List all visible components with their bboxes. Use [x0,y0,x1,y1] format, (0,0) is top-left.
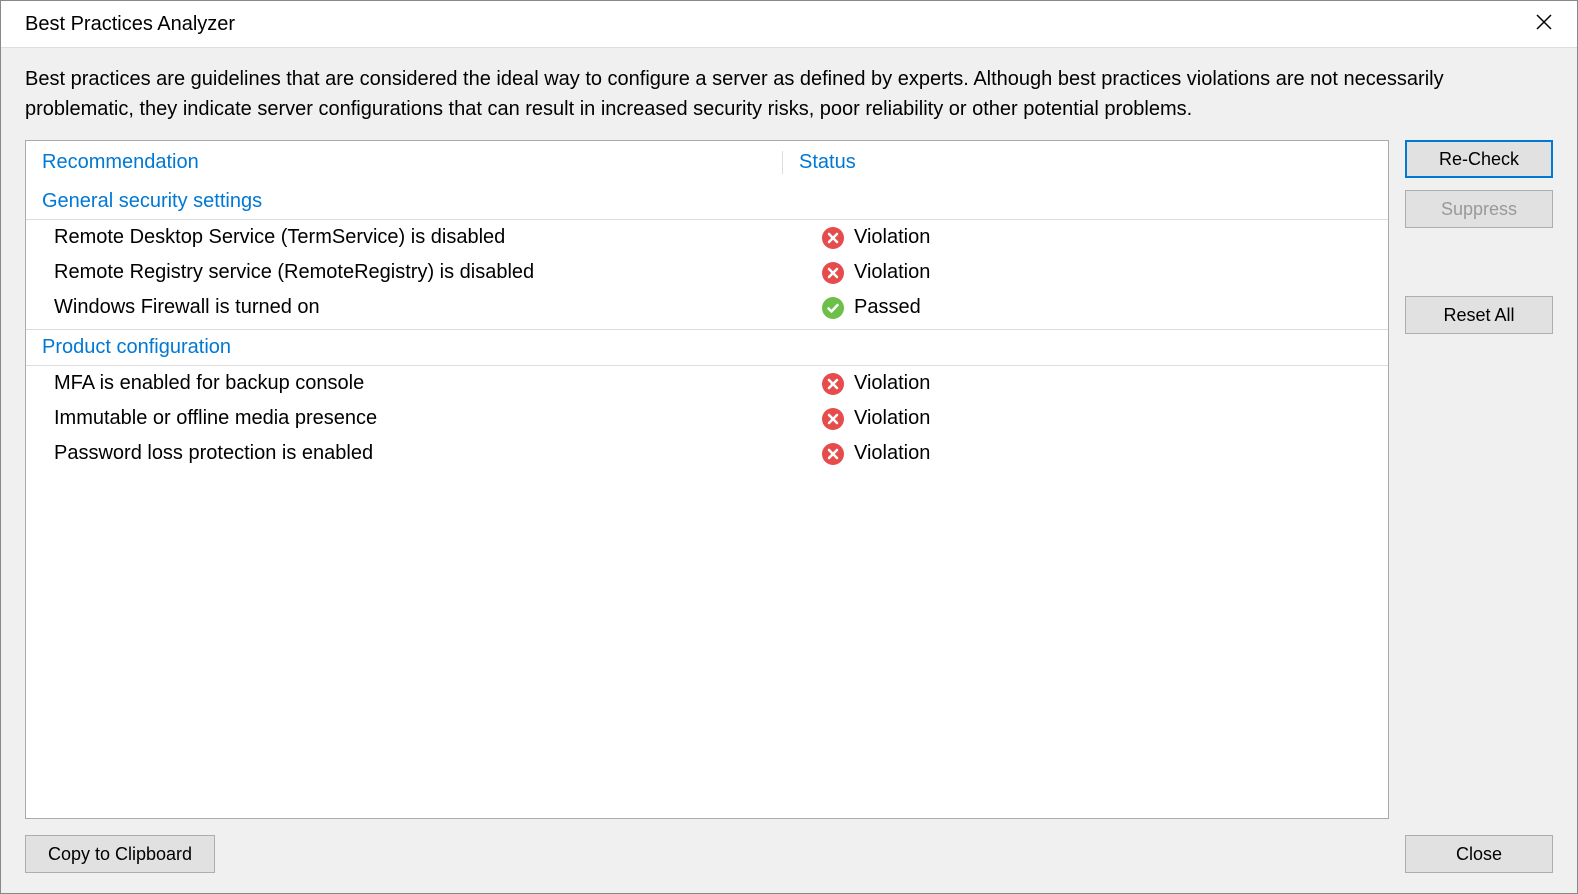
group-header: General security settings [26,184,1388,220]
violation-icon [822,262,844,284]
description-text: Best practices are guidelines that are c… [25,64,1553,124]
table-row[interactable]: Immutable or offline media presence Viol… [26,401,1388,436]
violation-icon [822,373,844,395]
close-icon[interactable] [1527,9,1561,39]
recommendation-text: MFA is enabled for backup console [54,372,782,395]
status-cell: Violation [782,226,1372,249]
table-row[interactable]: Windows Firewall is turned on Passed [26,290,1388,325]
status-text: Violation [854,226,930,249]
copy-clipboard-button[interactable]: Copy to Clipboard [25,835,215,873]
status-cell: Violation [782,442,1372,465]
recommendation-text: Password loss protection is enabled [54,442,782,465]
dialog-content: Best practices are guidelines that are c… [1,48,1577,893]
titlebar: Best Practices Analyzer [1,1,1577,48]
status-cell: Passed [782,296,1372,319]
status-cell: Violation [782,261,1372,284]
violation-icon [822,443,844,465]
status-text: Violation [854,407,930,430]
table-row[interactable]: Password loss protection is enabled Viol… [26,436,1388,471]
violation-icon [822,227,844,249]
reset-all-button[interactable]: Reset All [1405,296,1553,334]
table-header: Recommendation Status [26,141,1388,184]
status-cell: Violation [782,407,1372,430]
column-status[interactable]: Status [782,151,1372,174]
violation-icon [822,408,844,430]
recommendation-text: Remote Registry service (RemoteRegistry)… [54,261,782,284]
status-cell: Violation [782,372,1372,395]
recommendation-text: Immutable or offline media presence [54,407,782,430]
suppress-button[interactable]: Suppress [1405,190,1553,228]
close-button[interactable]: Close [1405,835,1553,873]
passed-icon [822,297,844,319]
recommendation-text: Remote Desktop Service (TermService) is … [54,226,782,249]
dialog-window: Best Practices Analyzer Best practices a… [0,0,1578,894]
main-row: Recommendation Status General security s… [25,140,1553,819]
group-header: Product configuration [26,329,1388,366]
recommendation-text: Windows Firewall is turned on [54,296,782,319]
table-row[interactable]: Remote Desktop Service (TermService) is … [26,220,1388,255]
table-row[interactable]: MFA is enabled for backup console Violat… [26,366,1388,401]
status-text: Violation [854,442,930,465]
column-recommendation[interactable]: Recommendation [42,151,782,174]
status-text: Violation [854,261,930,284]
footer: Copy to Clipboard Close [25,835,1553,873]
table-row[interactable]: Remote Registry service (RemoteRegistry)… [26,255,1388,290]
dialog-title: Best Practices Analyzer [25,13,235,36]
side-buttons: Re-Check Suppress Reset All [1405,140,1553,819]
status-text: Passed [854,296,921,319]
results-table: Recommendation Status General security s… [25,140,1389,819]
recheck-button[interactable]: Re-Check [1405,140,1553,178]
status-text: Violation [854,372,930,395]
